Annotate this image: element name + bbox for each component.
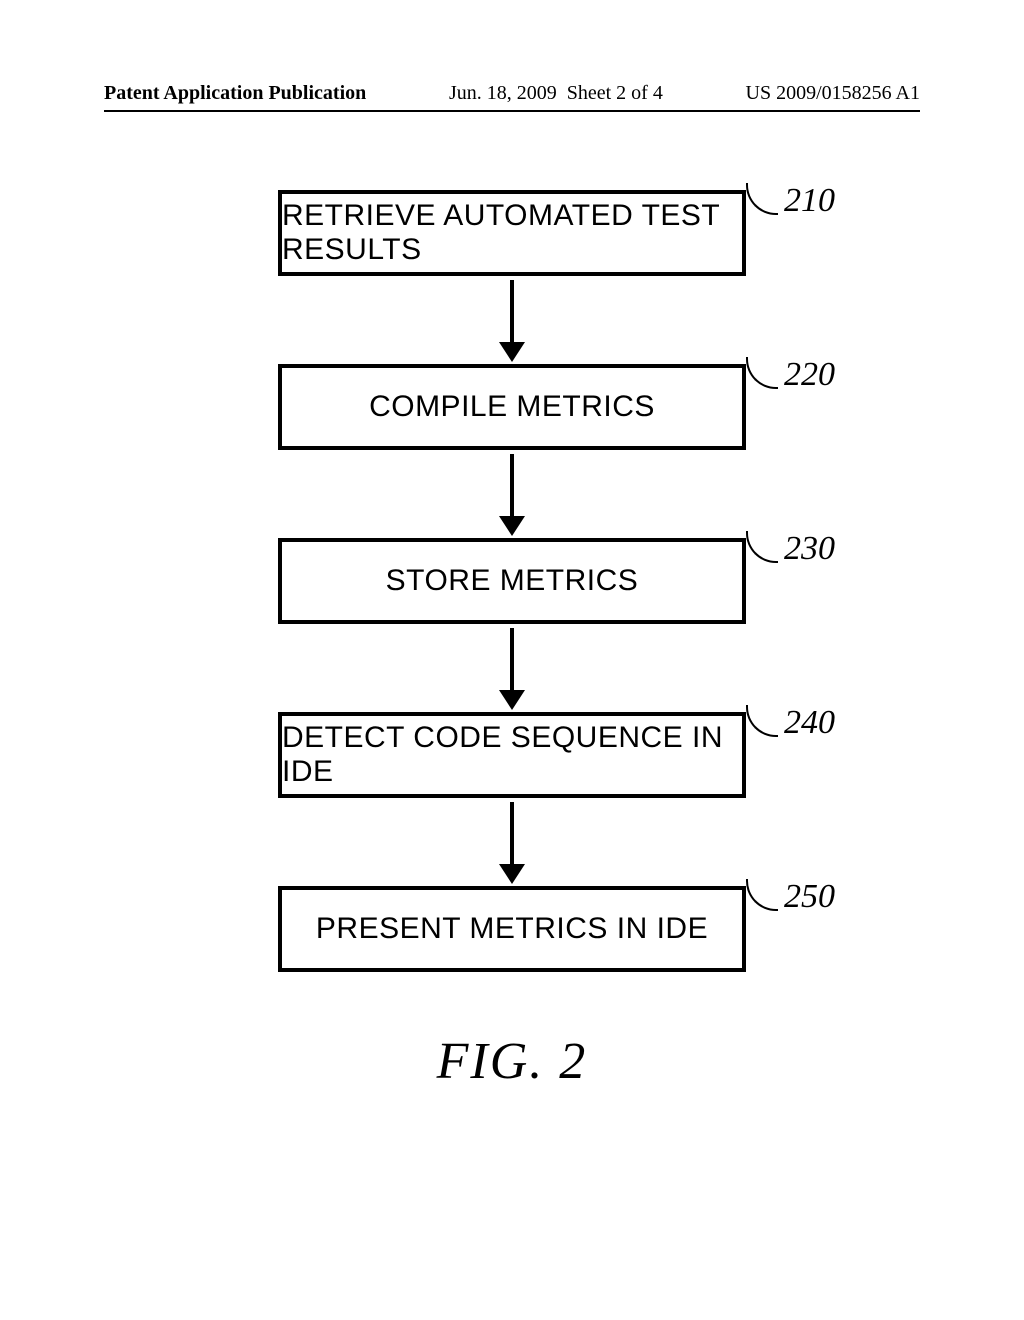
leader-line bbox=[746, 879, 778, 911]
arrow-shaft bbox=[510, 802, 514, 866]
reference-number: 220 bbox=[778, 356, 835, 394]
header-divider bbox=[104, 110, 920, 112]
reference-number: 240 bbox=[778, 704, 835, 742]
patent-page: Patent Application Publication Jun. 18, … bbox=[0, 0, 1024, 1320]
flow-step: PRESENT METRICS IN IDE 250 bbox=[278, 886, 746, 972]
leader-line bbox=[746, 183, 778, 215]
sheet-text: Sheet 2 of 4 bbox=[567, 82, 663, 104]
step-label: RETRIEVE AUTOMATED TEST RESULTS bbox=[282, 199, 742, 267]
publication-date: Jun. 18, 2009 Sheet 2 of 4 bbox=[449, 82, 663, 105]
flow-step: STORE METRICS 230 bbox=[278, 538, 746, 624]
leader-line bbox=[746, 705, 778, 737]
publication-type: Patent Application Publication bbox=[104, 82, 366, 105]
flow-step: RETRIEVE AUTOMATED TEST RESULTS 210 bbox=[278, 190, 746, 276]
arrow-head-icon bbox=[499, 690, 525, 710]
reference-connector: 250 bbox=[746, 900, 835, 916]
reference-number: 250 bbox=[778, 878, 835, 916]
reference-number: 210 bbox=[778, 182, 835, 220]
arrow-shaft bbox=[510, 280, 514, 344]
date-text: Jun. 18, 2009 bbox=[449, 82, 557, 104]
step-box: DETECT CODE SEQUENCE IN IDE bbox=[278, 712, 746, 798]
flow-arrow bbox=[499, 628, 525, 710]
arrow-shaft bbox=[510, 628, 514, 692]
reference-connector: 220 bbox=[746, 378, 835, 394]
arrow-head-icon bbox=[499, 342, 525, 362]
step-label: STORE METRICS bbox=[386, 564, 639, 598]
step-label: COMPILE METRICS bbox=[369, 390, 655, 424]
step-box: RETRIEVE AUTOMATED TEST RESULTS bbox=[278, 190, 746, 276]
leader-line bbox=[746, 357, 778, 389]
arrow-head-icon bbox=[499, 864, 525, 884]
step-label: PRESENT METRICS IN IDE bbox=[316, 912, 708, 946]
step-label: DETECT CODE SEQUENCE IN IDE bbox=[282, 721, 742, 789]
figure-caption: FIG. 2 bbox=[0, 1032, 1024, 1091]
step-box: PRESENT METRICS IN IDE bbox=[278, 886, 746, 972]
flow-arrow bbox=[499, 802, 525, 884]
reference-connector: 210 bbox=[746, 204, 835, 220]
flowchart-figure: RETRIEVE AUTOMATED TEST RESULTS 210 COMP… bbox=[0, 190, 1024, 1091]
reference-connector: 240 bbox=[746, 726, 835, 742]
flowchart: RETRIEVE AUTOMATED TEST RESULTS 210 COMP… bbox=[0, 190, 1024, 972]
step-box: COMPILE METRICS bbox=[278, 364, 746, 450]
flow-arrow bbox=[499, 454, 525, 536]
step-box: STORE METRICS bbox=[278, 538, 746, 624]
flow-step: COMPILE METRICS 220 bbox=[278, 364, 746, 450]
arrow-shaft bbox=[510, 454, 514, 518]
arrow-head-icon bbox=[499, 516, 525, 536]
reference-number: 230 bbox=[778, 530, 835, 568]
flow-arrow bbox=[499, 280, 525, 362]
publication-number: US 2009/0158256 A1 bbox=[746, 82, 920, 105]
page-header: Patent Application Publication Jun. 18, … bbox=[104, 82, 920, 105]
flow-step: DETECT CODE SEQUENCE IN IDE 240 bbox=[278, 712, 746, 798]
leader-line bbox=[746, 531, 778, 563]
reference-connector: 230 bbox=[746, 552, 835, 568]
